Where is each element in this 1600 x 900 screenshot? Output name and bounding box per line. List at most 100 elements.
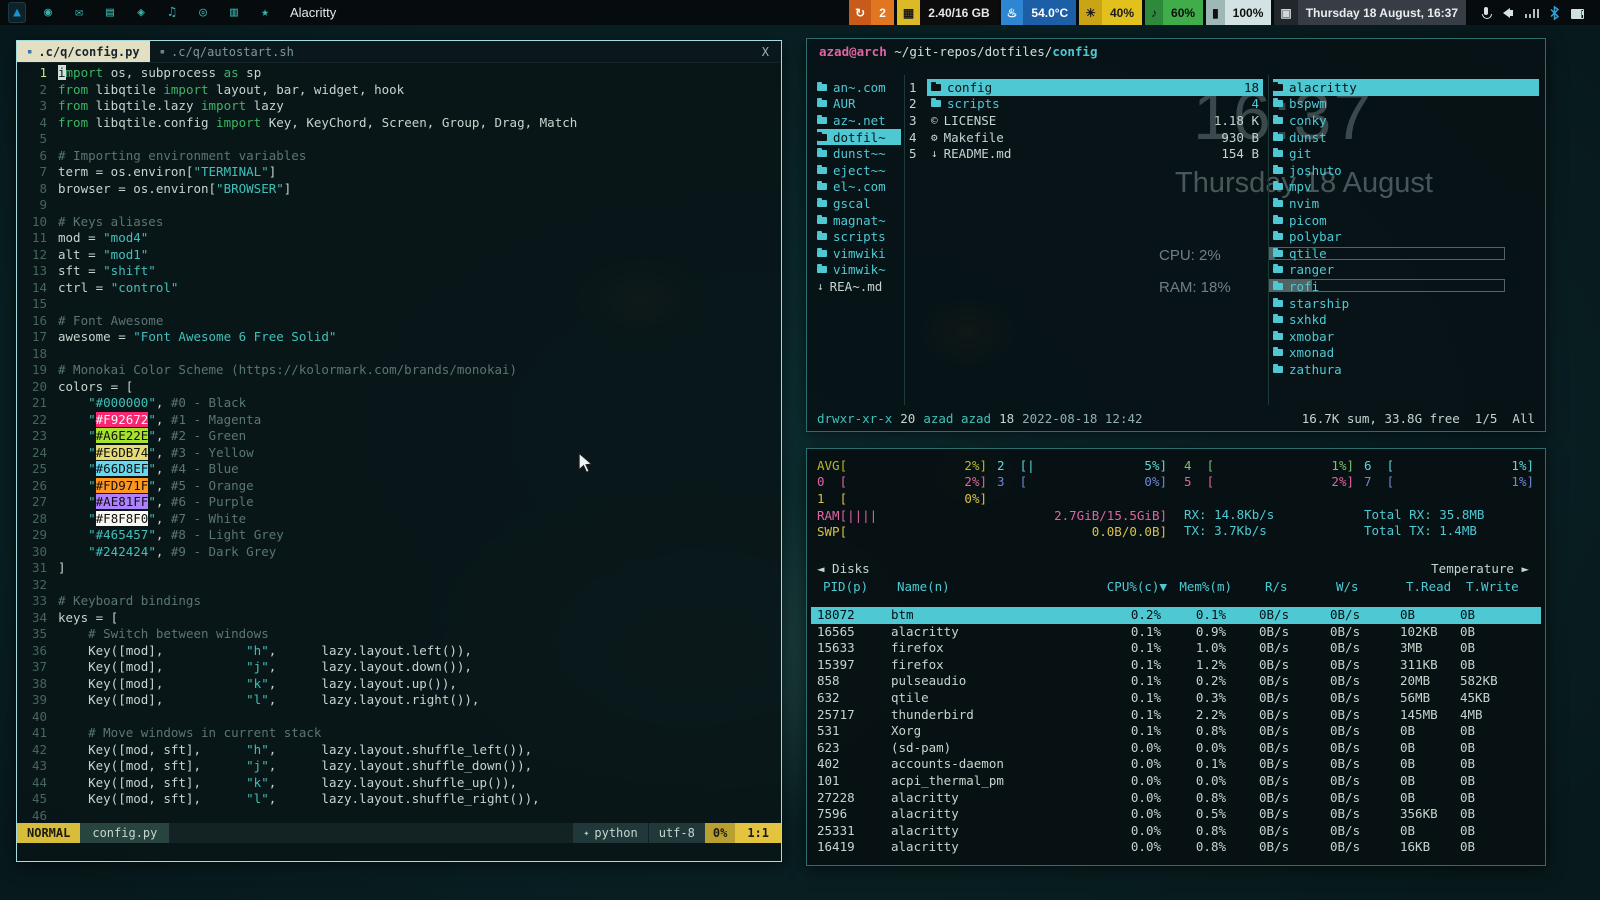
parent-dir-item[interactable]: scripts [817,228,901,245]
item-label: eject~~ [833,162,886,178]
process-twrite: 0B [1460,772,1476,788]
column-header-cpu[interactable]: CPU%(c)▼ [1095,579,1167,596]
parent-dir-item[interactable]: gscal [817,195,901,212]
network-icon[interactable] [1524,5,1540,21]
column-header-name[interactable]: Name(n) [897,579,1107,596]
process-row[interactable]: 18072 btm 0.2% 0.1% 0B/s 0B/s 0B 0B [811,607,1541,624]
preview-dir-item[interactable]: zathura [1273,361,1539,378]
process-row[interactable]: 623 (sd-pam) 0.0% 0.0% 0B/s 0B/s 0B 0B [811,740,1541,757]
preview-dir-item[interactable]: ranger [1273,262,1539,279]
system-monitor-window: AVG[2%] 2 [| 5%] 4 [1%] 6 [1%] 0 [2%] 3 [0%] 5 … [806,448,1546,866]
bluetooth-icon[interactable] [1547,5,1563,21]
brightness-widget[interactable]: ☀ 40% [1079,0,1143,25]
process-row[interactable]: 25717 thunderbird 0.1% 2.2% 0B/s 0B/s 145MB 4MB [811,707,1541,724]
files-icon[interactable]: ▤ [101,3,119,22]
process-row[interactable]: 101 acpi_thermal_pm 0.0% 0.0% 0B/s 0B/s 0B 0B [811,773,1541,790]
parent-dir-item[interactable]: ↓ REA~.md [817,278,901,295]
process-row[interactable]: 858 pulseaudio 0.1% 0.2% 0B/s 0B/s 20MB 582KB [811,673,1541,690]
folder-icon [817,264,827,274]
column-header-mem[interactable]: Mem%(m) [1160,579,1232,596]
system-tray [1478,5,1586,21]
preview-dir-item[interactable]: joshuto [1273,162,1539,179]
preview-dir-item[interactable]: qtile [1273,245,1539,262]
arch-terminal-icon[interactable]: ▲ [8,2,26,23]
code-line: 5 [17,131,781,148]
preview-dir-item[interactable]: nvim [1273,195,1539,212]
parent-dir-item[interactable]: dunst~~ [817,145,901,162]
file-entry[interactable]: 3 © LICENSE 1.18 K [909,112,1263,129]
code-area[interactable]: 1 import os, subprocess as sp 2 from libqti… [17,63,781,823]
column-header-pid[interactable]: PID(p) [823,579,885,596]
temperature-tab[interactable]: Temperature ► [1431,561,1529,576]
process-row[interactable]: 16565 alacritty 0.1% 0.9% 0B/s 0B/s 102KB 0B [811,624,1541,641]
process-row[interactable]: 27228 alacritty 0.0% 0.8% 0B/s 0B/s 0B 0B [811,790,1541,807]
process-w: 0B/s [1330,623,1361,639]
parent-dir-item[interactable]: an~.com [817,79,901,96]
file-entry[interactable]: 1 config 18 [909,79,1263,96]
parent-dir-item[interactable]: vimwiki [817,245,901,262]
volume-icon[interactable] [1501,5,1517,21]
file-entry[interactable]: 4 ⚙ Makefile 930 B [909,129,1263,146]
preview-dir-item[interactable]: polybar [1273,228,1539,245]
preview-dir-item[interactable]: git [1273,145,1539,162]
editor-tab[interactable]: ▪ .c/q/autostart.sh [150,41,304,62]
preview-dir-item[interactable]: xmonad [1273,345,1539,362]
column-header-w[interactable]: W/s [1336,579,1400,596]
process-row[interactable]: 25331 alacritty 0.0% 0.8% 0B/s 0B/s 0B 0B [811,823,1541,840]
file-entry[interactable]: 2 scripts 4 [909,96,1263,113]
books-icon[interactable]: ▥ [225,3,243,22]
process-row[interactable]: 15633 firefox 0.1% 1.0% 0B/s 0B/s 3MB 0B [811,640,1541,657]
preview-dir-item[interactable]: bspwm [1273,96,1539,113]
process-row[interactable]: 531 Xorg 0.1% 0.8% 0B/s 0B/s 0B 0B [811,723,1541,740]
preview-dir-item[interactable]: xmobar [1273,328,1539,345]
clock-widget[interactable]: ▣ Thursday 18 August, 16:37 [1274,0,1466,25]
parent-dir-item[interactable]: el~.com [817,179,901,196]
preview-dir-item[interactable]: alacritty [1273,79,1539,96]
mail-icon[interactable]: ✉ [70,3,88,22]
process-row[interactable]: 402 accounts-daemon 0.0% 0.1% 0B/s 0B/s 0B 0B [811,756,1541,773]
memory-widget[interactable]: ▦ 2.40/16 GB [896,0,998,25]
paw-icon[interactable]: ◈ [132,3,150,22]
color-swatch: #A6E22E [95,428,149,443]
browser-icon[interactable]: ◉ [39,3,57,22]
preview-dir-item[interactable]: starship [1273,295,1539,312]
column-header-twrite[interactable]: T.Write [1466,579,1544,596]
parent-dir-item[interactable]: magnat~ [817,212,901,229]
preview-dir-item[interactable]: picom [1273,212,1539,229]
preview-dir-item[interactable]: sxhkd [1273,311,1539,328]
preview-dir-item[interactable]: rofi [1273,278,1539,295]
microphone-icon[interactable] [1478,5,1494,21]
battery-icon[interactable] [1570,5,1586,21]
battery-widget[interactable]: ▮ 100% [1206,0,1272,25]
music-icon[interactable]: ♫ [163,3,181,22]
updates-widget[interactable]: ↻ 2 [849,0,894,25]
star-icon[interactable]: ★ [256,3,274,22]
close-icon[interactable]: X [750,45,781,59]
parent-dir-item[interactable]: eject~~ [817,162,901,179]
volume-widget[interactable]: ♪ 60% [1145,0,1204,25]
line-number: 36 [31,642,47,658]
preview-dir-item[interactable]: mpv [1273,179,1539,196]
parent-dir-item[interactable]: vimwik~ [817,262,901,279]
volume-value: 60% [1163,0,1204,25]
process-row[interactable]: 7596 alacritty 0.0% 0.5% 0B/s 0B/s 356KB 0B [811,806,1541,823]
disks-tab[interactable]: ◄ Disks [817,561,870,576]
camera-icon[interactable]: ◎ [194,3,212,22]
process-row[interactable]: 632 qtile 0.1% 0.3% 0B/s 0B/s 56MB 45KB [811,690,1541,707]
file-entry[interactable]: 5 ↓ README.md 154 B [909,145,1263,162]
preview-dir-item[interactable]: dunst [1273,129,1539,146]
process-w: 0B/s [1330,789,1361,805]
preview-dir-item[interactable]: conky [1273,112,1539,129]
process-row[interactable]: 16419 alacritty 0.0% 0.8% 0B/s 0B/s 16KB 0B [811,839,1541,856]
parent-dir-item[interactable]: AUR [817,96,901,113]
editor-tab[interactable]: ▪ .c/q/config.py [17,41,150,62]
process-table-header[interactable]: PID(p) Name(n) CPU%(c)▼ Mem%(m) R/s W/s T.Read… [817,579,1535,596]
process-cpu: 0.1% [1130,723,1161,739]
parent-dir-item[interactable]: dotfil~ [817,128,901,146]
parent-dir-item[interactable]: az~.net [817,112,901,129]
column-header-tread[interactable]: T.Read [1406,579,1464,596]
process-row[interactable]: 15397 firefox 0.1% 1.2% 0B/s 0B/s 311KB 0B [811,657,1541,674]
temperature-widget[interactable]: ♨ 54.0°C [1000,0,1077,25]
process-name: accounts-daemon [891,756,1004,772]
column-header-r[interactable]: R/s [1265,579,1329,596]
